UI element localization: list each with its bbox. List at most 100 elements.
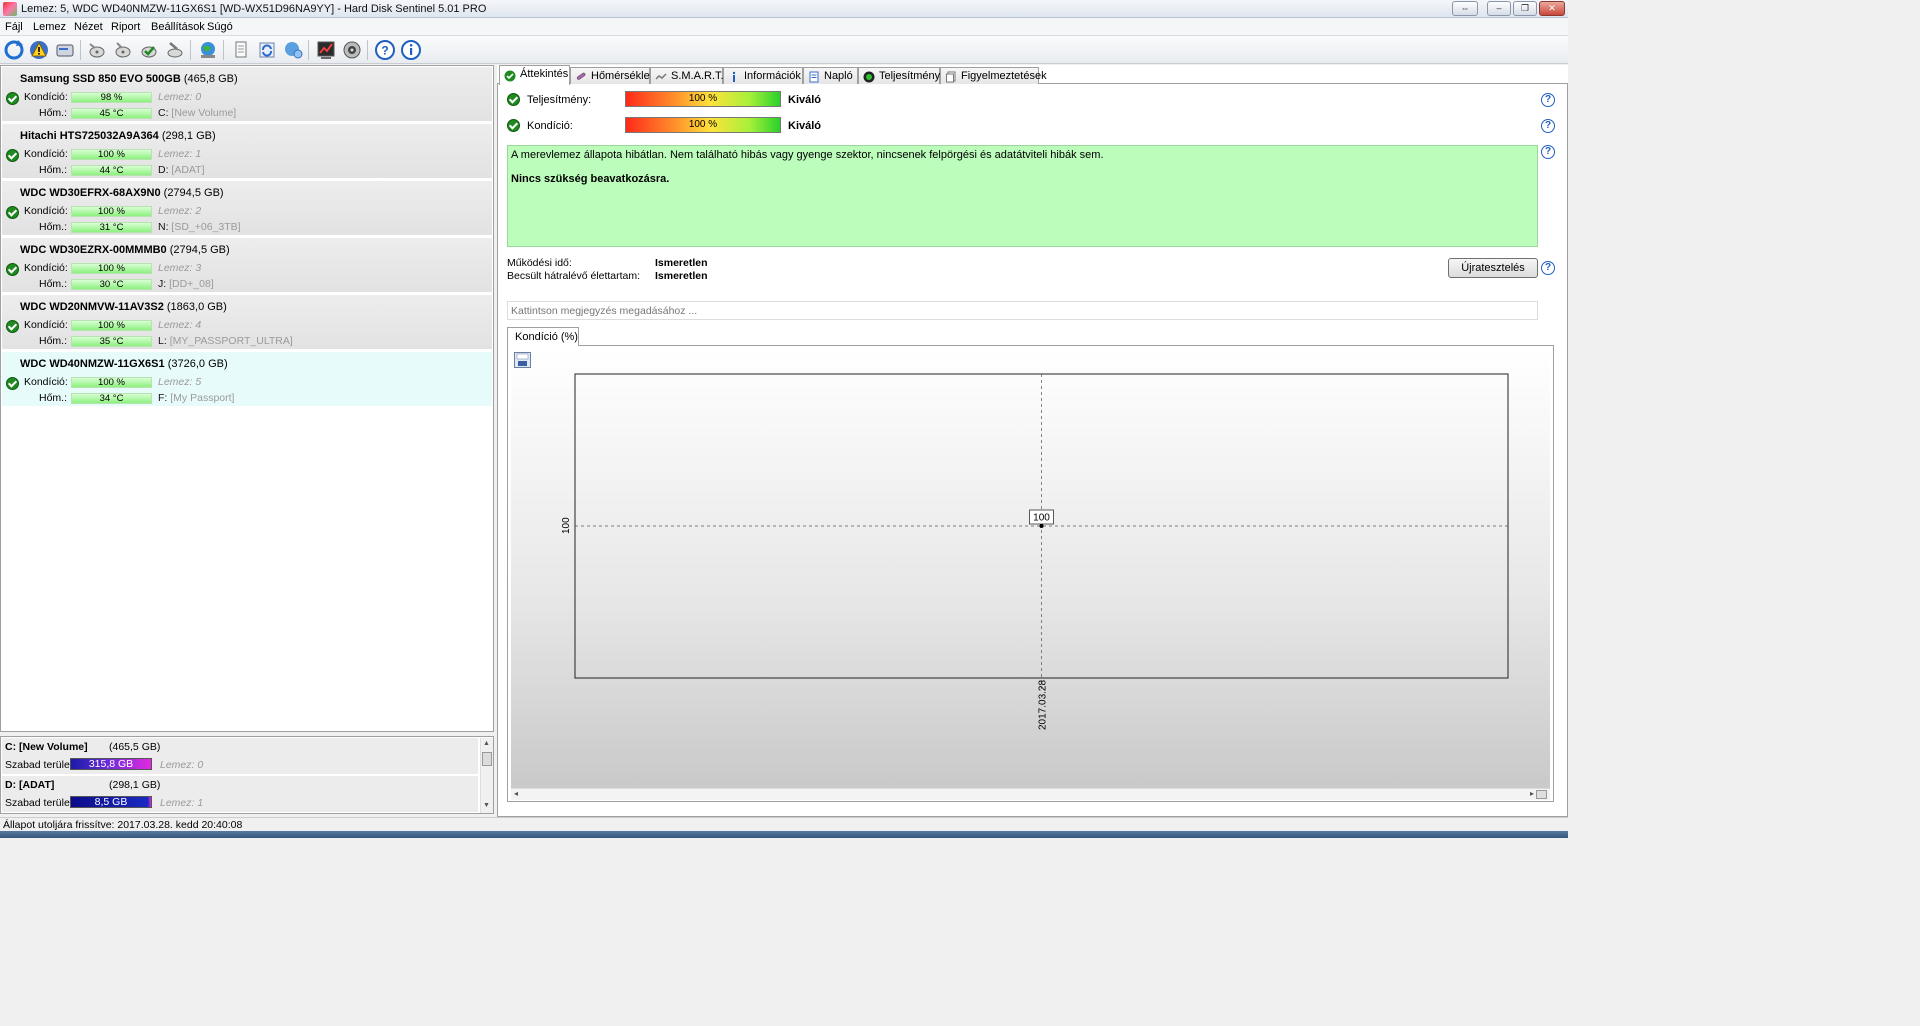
log-icon: [809, 71, 819, 83]
disk-item-0[interactable]: Samsung SSD 850 EVO 500GB (465,8 GB) Kon…: [2, 67, 492, 122]
status-bar: Állapot utoljára frissítve: 2017.03.28. …: [0, 817, 1568, 831]
speaker-icon[interactable]: [341, 39, 363, 61]
tab-label: Napló: [824, 70, 853, 82]
menu-settings[interactable]: Beállítások: [151, 21, 205, 33]
scroll-down-icon[interactable]: ▼: [483, 802, 490, 809]
scroll-up-icon[interactable]: ▲: [483, 740, 490, 747]
condition-label: Kondíció:: [24, 262, 68, 274]
menu-view[interactable]: Nézet: [74, 21, 103, 33]
menu-disk[interactable]: Lemez: [33, 21, 66, 33]
scroll-thumb[interactable]: [1536, 790, 1547, 799]
help-icon[interactable]: ?: [374, 39, 396, 61]
menu-report[interactable]: Riport: [111, 21, 140, 33]
alerts-icon: [946, 71, 956, 83]
temperature-label: Hőm.:: [39, 221, 68, 233]
window-title: Lemez: 5, WDC WD40NMZW-11GX6S1 [WD-WX51D…: [21, 3, 487, 15]
temperature-label: Hőm.:: [39, 107, 68, 119]
uptime-value: Ismeretlen: [655, 257, 708, 269]
recommendation-message: Nincs szükség beavatkozásra.: [511, 173, 670, 185]
disk-index: Lemez: 0: [160, 759, 204, 771]
sync-icon[interactable]: [256, 39, 278, 61]
chart-background: 100 2017.03.28 100: [511, 349, 1550, 789]
volume-name: [New Volume]: [171, 107, 237, 119]
help-icon[interactable]: ?: [1541, 261, 1555, 275]
condition-label: Kondíció:: [24, 148, 68, 160]
temperature-label: Hőm.:: [39, 164, 68, 176]
volume-item-1[interactable]: D: [ADAT] (298,1 GB) Szabad terület 8,5 …: [2, 776, 478, 813]
refresh-icon[interactable]: [3, 39, 25, 61]
status-text: Állapot utoljára frissítve: 2017.03.28. …: [3, 819, 243, 831]
disk-surface-icon[interactable]: [112, 39, 134, 61]
tab-alerts[interactable]: Figyelmeztetések: [940, 67, 1047, 85]
help-icon[interactable]: ?: [1541, 145, 1555, 159]
condition-label: Kondíció:: [527, 120, 573, 132]
ok-check-icon: [6, 263, 19, 276]
chart-icon[interactable]: [315, 39, 337, 61]
disk-index: Lemez: 4: [158, 319, 202, 331]
tab-smart[interactable]: S.M.A.R.T.: [650, 67, 724, 85]
performance-label: Teljesítmény:: [527, 94, 592, 106]
help-icon[interactable]: ?: [1541, 119, 1555, 133]
tab-temperature[interactable]: Hőmérséklet: [570, 67, 653, 85]
menu-help[interactable]: Súgó: [207, 21, 233, 33]
volume-item-0[interactable]: C: [New Volume] (465,5 GB) Szabad terüle…: [2, 738, 478, 775]
condition-label: Kondíció:: [24, 376, 68, 388]
help-icon[interactable]: ?: [1541, 93, 1555, 107]
disk-size: (2794,5 GB): [169, 244, 230, 256]
disk-test-icon[interactable]: [86, 39, 108, 61]
close-button[interactable]: ✕: [1539, 1, 1565, 16]
tab-label: S.M.A.R.T.: [671, 70, 724, 82]
info-icon: [732, 71, 736, 82]
disk-size: (298,1 GB): [161, 130, 216, 142]
disk-item-3[interactable]: WDC WD30EZRX-00MMMB0 (2794,5 GB) Kondíci…: [2, 238, 492, 293]
lifetime-label: Becsült hátralévő élettartam:: [507, 270, 641, 282]
thermometer-icon: [576, 72, 586, 80]
tab-condition-chart[interactable]: Kondíció (%): [507, 327, 579, 346]
warning-icon[interactable]: [28, 39, 50, 61]
svg-text:?: ?: [381, 44, 388, 58]
lifetime-value: Ismeretlen: [655, 270, 708, 282]
disk-item-1[interactable]: Hitachi HTS725032A9A364 (298,1 GB) Kondí…: [2, 124, 492, 179]
chart-scrollbar[interactable]: ◂ ▸: [511, 788, 1550, 800]
uptime-label: Működési idő:: [507, 257, 572, 269]
disk-index: Lemez: 1: [158, 148, 202, 160]
condition-label: Kondíció:: [24, 205, 68, 217]
tab-bar: Áttekintés Hőmérséklet S.M.A.R.T. Inform…: [497, 65, 1568, 85]
tab-log[interactable]: Napló: [803, 67, 858, 85]
drive-letter: J:: [158, 278, 167, 290]
menu-file[interactable]: Fájl: [5, 21, 23, 33]
disk-index: Lemez: 2: [158, 205, 202, 217]
document-icon[interactable]: [230, 39, 252, 61]
tab-label: Teljesítmény: [879, 70, 941, 82]
drive-letter: C:: [158, 107, 169, 119]
disk-item-4[interactable]: WDC WD20NMVW-11AV3S2 (1863,0 GB) Kondíci…: [2, 295, 492, 350]
info-icon[interactable]: [400, 39, 422, 61]
disk-report-icon[interactable]: [54, 39, 76, 61]
maximize-button[interactable]: ❐: [1513, 1, 1537, 16]
minimize-button[interactable]: –: [1487, 1, 1511, 16]
disk-tool-icon[interactable]: [164, 39, 186, 61]
disk-item-5[interactable]: WDC WD40NMZW-11GX6S1 (3726,0 GB) Kondíci…: [2, 352, 492, 407]
scroll-thumb[interactable]: [482, 752, 492, 766]
disk-name: WDC WD30EFRX-68AX9N0: [20, 187, 161, 199]
scroll-right-icon[interactable]: ▸: [1530, 789, 1534, 798]
restore-icon[interactable]: ⇔: [1452, 1, 1478, 16]
condition-bar: 100 %: [71, 263, 152, 274]
scroll-left-icon[interactable]: ◂: [514, 789, 518, 798]
volume-list-panel: C: [New Volume] (465,5 GB) Szabad terüle…: [0, 736, 494, 814]
ok-check-icon: [6, 320, 19, 333]
disk-check-icon[interactable]: [138, 39, 160, 61]
drive-letter: L:: [158, 335, 167, 347]
retest-button[interactable]: Újratesztelés: [1448, 258, 1538, 278]
disk-item-2[interactable]: WDC WD30EFRX-68AX9N0 (2794,5 GB) Kondíci…: [2, 181, 492, 236]
x-tick-label: 2017.03.28: [1038, 680, 1049, 730]
ok-check-icon: [507, 93, 520, 106]
network-icon[interactable]: [282, 39, 304, 61]
tab-information[interactable]: Információk: [723, 67, 803, 85]
tab-performance[interactable]: Teljesítmény: [858, 67, 940, 85]
tab-overview[interactable]: Áttekintés: [499, 65, 570, 85]
volume-scrollbar[interactable]: ▲ ▼: [480, 738, 493, 813]
tab-label: Áttekintés: [520, 68, 569, 80]
note-input[interactable]: [507, 301, 1538, 320]
globe-icon[interactable]: [197, 39, 219, 61]
